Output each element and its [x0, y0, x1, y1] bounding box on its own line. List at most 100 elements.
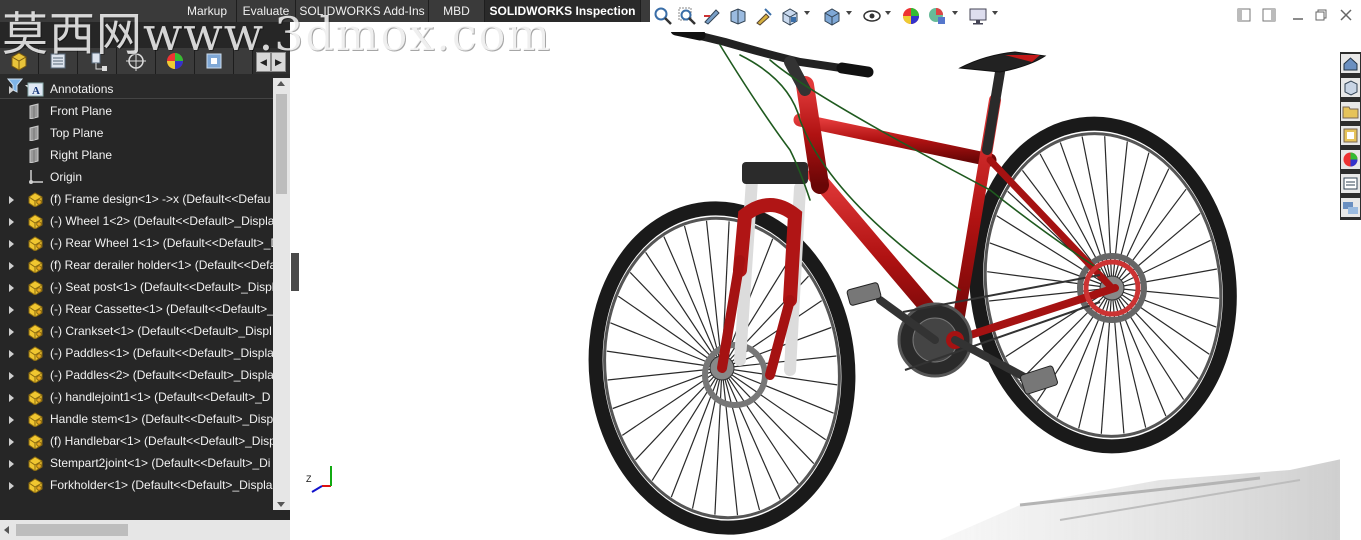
tree-hscroll-thumb[interactable] — [16, 524, 128, 536]
tree-item[interactable]: (f) Frame design<1> ->x (Default<<Defau — [0, 188, 273, 210]
graphics-area[interactable]: Z — [300, 32, 1340, 540]
tree-item-label: (f) Rear derailer holder<1> (Default<<De… — [50, 258, 273, 272]
tab-evaluate[interactable]: Evaluate — [237, 0, 296, 22]
tree-item-label: Annotations — [50, 82, 114, 96]
apply-scene-icon[interactable] — [927, 6, 947, 26]
panel-tab-scroll-left[interactable]: ◀ — [256, 52, 271, 72]
dimxpert-manager-tab[interactable] — [117, 48, 156, 74]
tab-inspection[interactable]: SOLIDWORKS Inspection — [485, 0, 641, 22]
tree-item[interactable]: (f) Handlebar<1> (Default<<Default>_Disp — [0, 430, 273, 452]
tab-addins[interactable]: SOLIDWORKS Add-Ins — [296, 0, 429, 22]
display-style-icon[interactable] — [822, 6, 842, 26]
expand-arrow-icon[interactable] — [9, 240, 14, 248]
tree-item[interactable]: A Annotations — [0, 78, 273, 100]
custom-properties-icon[interactable] — [1341, 174, 1360, 193]
restore-panel-left-icon[interactable] — [1237, 8, 1251, 22]
panel-tab-extra[interactable] — [234, 48, 253, 74]
spoke — [721, 367, 838, 386]
property-manager-tab[interactable] — [39, 48, 78, 74]
hide-show-items-icon[interactable] — [862, 6, 882, 26]
tree-item[interactable]: Handle stem<1> (Default<<Default>_Disp — [0, 408, 273, 430]
apply-scene-caret[interactable] — [952, 11, 958, 15]
display-manager-tab[interactable] — [156, 48, 195, 74]
restore-panel-right-icon[interactable] — [1262, 8, 1276, 22]
tree-item[interactable]: Top Plane — [0, 122, 273, 144]
tree-item[interactable]: (-) Seat post<1> (Default<<Default>_Disp… — [0, 276, 273, 298]
tree-item[interactable]: (f) Rear derailer holder<1> (Default<<De… — [0, 254, 273, 276]
restore-icon[interactable] — [1314, 8, 1328, 22]
tree-item[interactable]: (-) Wheel 1<2> (Default<<Default>_Displa — [0, 210, 273, 232]
expand-arrow-icon[interactable] — [9, 372, 14, 380]
plane-icon — [29, 147, 39, 163]
tree-item[interactable]: (-) handlejoint1<1> (Default<<Default>_D — [0, 386, 273, 408]
panel-tab-scroll-right[interactable]: ▶ — [271, 52, 286, 72]
annotations-icon: A — [27, 82, 44, 97]
configuration-manager-tab[interactable] — [78, 48, 117, 74]
svg-text:A: A — [32, 85, 40, 97]
file-explorer-icon[interactable] — [1341, 102, 1360, 121]
appearances-icon[interactable] — [1341, 150, 1360, 169]
edit-appearance-icon[interactable] — [901, 6, 921, 26]
view-orientation-icon[interactable] — [780, 6, 800, 26]
expand-arrow-icon[interactable] — [9, 86, 14, 94]
expand-arrow-icon[interactable] — [9, 460, 14, 468]
tree-item[interactable]: (-) Rear Cassette<1> (Default<<Default>_… — [0, 298, 273, 320]
tree-item[interactable]: Right Plane — [0, 144, 273, 166]
part-icon — [28, 456, 43, 471]
display-style-caret[interactable] — [846, 11, 852, 15]
tree-item[interactable]: (-) Paddles<2> (Default<<Default>_Displa — [0, 364, 273, 386]
tree-item[interactable]: (-) Crankset<1> (Default<<Default>_Displ — [0, 320, 273, 342]
expand-arrow-icon[interactable] — [9, 306, 14, 314]
tree-item-label: (f) Frame design<1> ->x (Default<<Defau — [50, 192, 271, 206]
expand-arrow-icon[interactable] — [9, 394, 14, 402]
scroll-down-arrow[interactable] — [277, 502, 285, 507]
expand-arrow-icon[interactable] — [9, 328, 14, 336]
expand-arrow-icon[interactable] — [9, 416, 14, 424]
tree-item[interactable]: Forkholder<1> (Default<<Default>_Displa — [0, 474, 273, 496]
previous-view-icon[interactable] — [702, 6, 722, 26]
tree-item[interactable]: Stempart2joint<1> (Default<<Default>_Di — [0, 452, 273, 474]
expand-arrow-icon[interactable] — [9, 482, 14, 490]
spoke — [1111, 287, 1219, 299]
scroll-left-arrow[interactable] — [4, 526, 9, 534]
expand-arrow-icon[interactable] — [9, 350, 14, 358]
feature-manager-tab[interactable] — [0, 48, 39, 74]
tree-item[interactable]: Front Plane — [0, 100, 273, 122]
minimize-icon[interactable] — [1291, 8, 1305, 22]
tree-item[interactable]: (-) Paddles<1> (Default<<Default>_Displa — [0, 342, 273, 364]
zoom-to-area-icon[interactable] — [677, 6, 697, 26]
tab-markup[interactable]: Markup — [178, 0, 237, 22]
view-settings-caret[interactable] — [992, 11, 998, 15]
hide-show-caret[interactable] — [885, 11, 891, 15]
resources-home-icon[interactable] — [1341, 54, 1360, 73]
part-icon — [28, 302, 43, 317]
cam-manager-tab[interactable] — [195, 48, 234, 74]
expand-arrow-icon[interactable] — [9, 218, 14, 226]
panel-collapse-handle[interactable] — [291, 253, 299, 291]
view-orientation-caret[interactable] — [804, 11, 810, 15]
tree-item-label: (-) Seat post<1> (Default<<Default>_Disp… — [50, 280, 273, 294]
view-settings-icon[interactable] — [968, 6, 988, 26]
dynamic-annotation-icon[interactable] — [754, 6, 774, 26]
tree-horizontal-scrollbar[interactable] — [0, 520, 290, 540]
zoom-to-fit-icon[interactable] — [653, 6, 673, 26]
expand-arrow-icon[interactable] — [9, 284, 14, 292]
tab-mbd[interactable]: MBD — [429, 0, 485, 22]
tree-scroll-thumb[interactable] — [276, 94, 287, 194]
heads-up-toolbar — [650, 0, 1361, 32]
tree-vertical-scrollbar[interactable] — [273, 78, 290, 510]
spoke — [1111, 287, 1199, 380]
expand-arrow-icon[interactable] — [9, 262, 14, 270]
design-library-icon[interactable] — [1341, 78, 1360, 97]
view-palette-icon[interactable] — [1341, 126, 1360, 145]
spoke — [1111, 287, 1210, 355]
forum-icon[interactable] — [1341, 198, 1360, 217]
close-icon[interactable] — [1339, 8, 1353, 22]
spoke — [721, 367, 739, 516]
tree-item[interactable]: (-) Rear Wheel 1<1> (Default<<Default>_D — [0, 232, 273, 254]
tree-item[interactable]: Origin — [0, 166, 273, 188]
expand-arrow-icon[interactable] — [9, 438, 14, 446]
expand-arrow-icon[interactable] — [9, 196, 14, 204]
section-view-icon[interactable] — [728, 6, 748, 26]
scroll-up-arrow[interactable] — [277, 81, 285, 86]
